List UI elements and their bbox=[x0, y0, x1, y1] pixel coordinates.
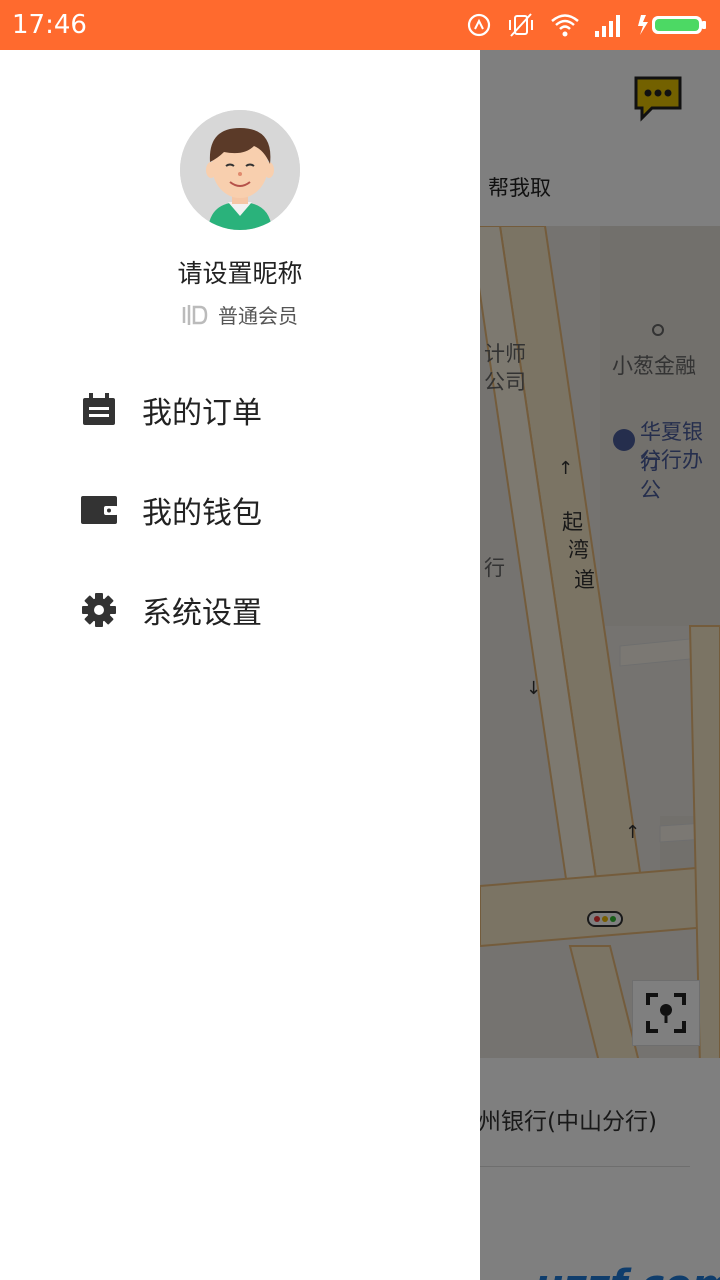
menu-item-settings[interactable]: 系统设置 bbox=[80, 580, 400, 640]
gear-icon bbox=[80, 591, 118, 629]
battery-icon bbox=[638, 15, 706, 35]
menu-item-label: 我的钱包 bbox=[142, 496, 262, 531]
signal-icon bbox=[595, 15, 620, 37]
menu-item-label: 我的订单 bbox=[142, 396, 262, 431]
status-bar: 17:46 bbox=[0, 0, 720, 50]
alarm-icon bbox=[467, 13, 491, 37]
navigation-drawer: 请设置昵称 普通会员 我的订单 我的钱包 系统设置 bbox=[0, 50, 480, 1280]
menu-item-my-orders[interactable]: 我的订单 bbox=[80, 380, 400, 440]
status-time: 17:46 bbox=[12, 10, 87, 40]
avatar[interactable] bbox=[180, 110, 300, 230]
menu-item-label: 系统设置 bbox=[142, 596, 262, 631]
wifi-icon bbox=[551, 14, 579, 37]
menu-item-my-wallet[interactable]: 我的钱包 bbox=[80, 480, 400, 540]
wallet-icon bbox=[80, 491, 118, 529]
member-level-icon bbox=[182, 304, 208, 325]
vibrate-off-icon bbox=[509, 13, 533, 37]
status-icons bbox=[466, 12, 708, 38]
member-badge: 普通会员 bbox=[0, 300, 480, 329]
calendar-icon bbox=[80, 391, 118, 429]
nickname[interactable]: 请设置昵称 bbox=[0, 254, 480, 290]
member-level-label: 普通会员 bbox=[218, 304, 298, 328]
